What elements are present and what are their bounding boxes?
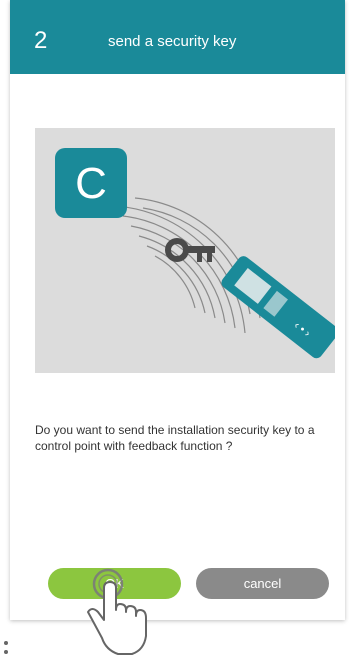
dot [4, 650, 8, 654]
page: 2 send a security key C ‹ • › Do you wan… [0, 0, 349, 661]
ok-button[interactable]: OK [48, 568, 181, 599]
page-title: send a security key [108, 33, 237, 50]
dialog-card: 2 send a security key C ‹ • › Do you wan… [10, 0, 345, 620]
illustration: C ‹ • › [35, 128, 335, 373]
illustration-canvas: C ‹ • › [55, 148, 335, 359]
key-icon [165, 238, 215, 262]
dot [4, 641, 8, 645]
control-point-device-icon: C [55, 148, 127, 218]
confirmation-question: Do you want to send the installation sec… [35, 423, 315, 453]
more-options-indicator[interactable] [4, 638, 10, 658]
step-number: 2 [34, 27, 48, 54]
remote-control-icon: ‹ • › [221, 256, 335, 359]
header-bar: 2 send a security key [10, 0, 345, 74]
device-letter: C [75, 159, 107, 208]
cancel-button[interactable]: cancel [196, 568, 329, 599]
